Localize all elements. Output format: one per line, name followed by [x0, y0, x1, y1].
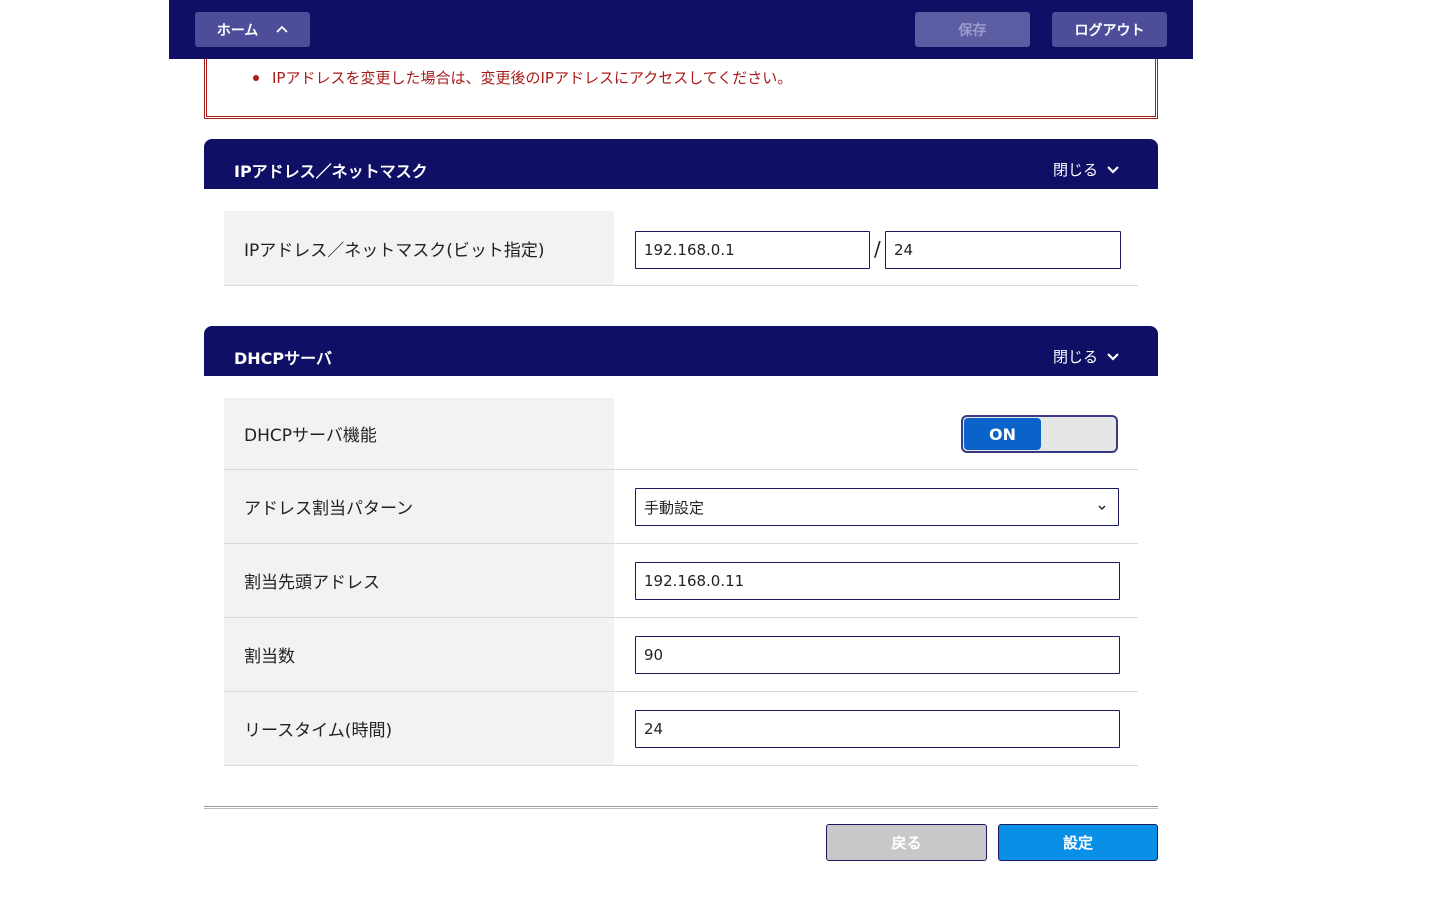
chevron-down-icon: [1098, 505, 1106, 510]
back-button[interactable]: 戻る: [826, 824, 987, 861]
dhcp-server-row: DHCPサーバ機能 ON: [224, 398, 1138, 470]
dhcp-section-collapse-toggle[interactable]: 閉じる: [1053, 346, 1120, 367]
top-bar: ホーム 保存 ログアウト: [169, 0, 1193, 59]
dhcp-section-title: DHCPサーバ: [234, 349, 332, 368]
ip-section-header: IPアドレス／ネットマスク 閉じる: [204, 139, 1158, 189]
submit-button[interactable]: 設定: [998, 824, 1158, 861]
assign-pattern-value: 手動設定: [644, 498, 705, 517]
collapse-label: 閉じる: [1052, 348, 1098, 366]
home-button[interactable]: ホーム: [195, 12, 310, 47]
assign-pattern-label: アドレス割当パターン: [224, 470, 614, 543]
warning-text: IPアドレスを変更した場合は、変更後のIPアドレスにアクセスしてください。: [272, 69, 793, 87]
assign-count-input[interactable]: 90: [635, 636, 1120, 674]
collapse-label: 閉じる: [1052, 161, 1098, 179]
dhcp-server-toggle[interactable]: ON: [961, 415, 1118, 453]
assign-count-label: 割当数: [224, 618, 614, 691]
ip-address-input[interactable]: 192.168.0.1: [635, 231, 870, 269]
home-button-label: ホーム: [216, 22, 259, 39]
mask-separator: /: [874, 237, 881, 261]
ip-section-title: IPアドレス／ネットマスク: [234, 162, 428, 181]
ip-netmask-row: IPアドレス／ネットマスク(ビット指定) 192.168.0.1 / 24: [224, 211, 1138, 286]
assign-pattern-select[interactable]: 手動設定: [635, 488, 1119, 526]
ip-section-collapse-toggle[interactable]: 閉じる: [1053, 159, 1120, 180]
toggle-on-label: ON: [964, 418, 1041, 450]
chevron-up-icon: [276, 22, 288, 37]
assign-pattern-row: アドレス割当パターン 手動設定: [224, 470, 1138, 544]
assign-count-row: 割当数 90: [224, 618, 1138, 692]
start-address-row: 割当先頭アドレス 192.168.0.11: [224, 544, 1138, 618]
chevron-down-icon: [1107, 165, 1119, 174]
lease-time-label: リースタイム(時間): [224, 692, 614, 765]
dhcp-server-label: DHCPサーバ機能: [224, 398, 614, 469]
dhcp-section-header: DHCPサーバ 閉じる: [204, 326, 1158, 376]
lease-time-input[interactable]: 24: [635, 710, 1120, 748]
chevron-down-icon: [1107, 352, 1119, 361]
bullet-icon: [253, 74, 259, 81]
save-button[interactable]: 保存: [915, 12, 1030, 47]
warning-item: IPアドレスを変更した場合は、変更後のIPアドレスにアクセスしてください。: [253, 67, 792, 88]
lease-time-row: リースタイム(時間) 24: [224, 692, 1138, 766]
start-address-input[interactable]: 192.168.0.11: [635, 562, 1120, 600]
footer-divider: [204, 806, 1158, 809]
start-address-label: 割当先頭アドレス: [224, 544, 614, 617]
netmask-bits-input[interactable]: 24: [885, 231, 1121, 269]
page: ホーム 保存 ログアウト IPアドレスを変更した場合は、変更後のIPアドレスにア…: [0, 0, 1437, 921]
ip-netmask-label: IPアドレス／ネットマスク(ビット指定): [224, 211, 614, 285]
logout-button[interactable]: ログアウト: [1052, 12, 1167, 47]
